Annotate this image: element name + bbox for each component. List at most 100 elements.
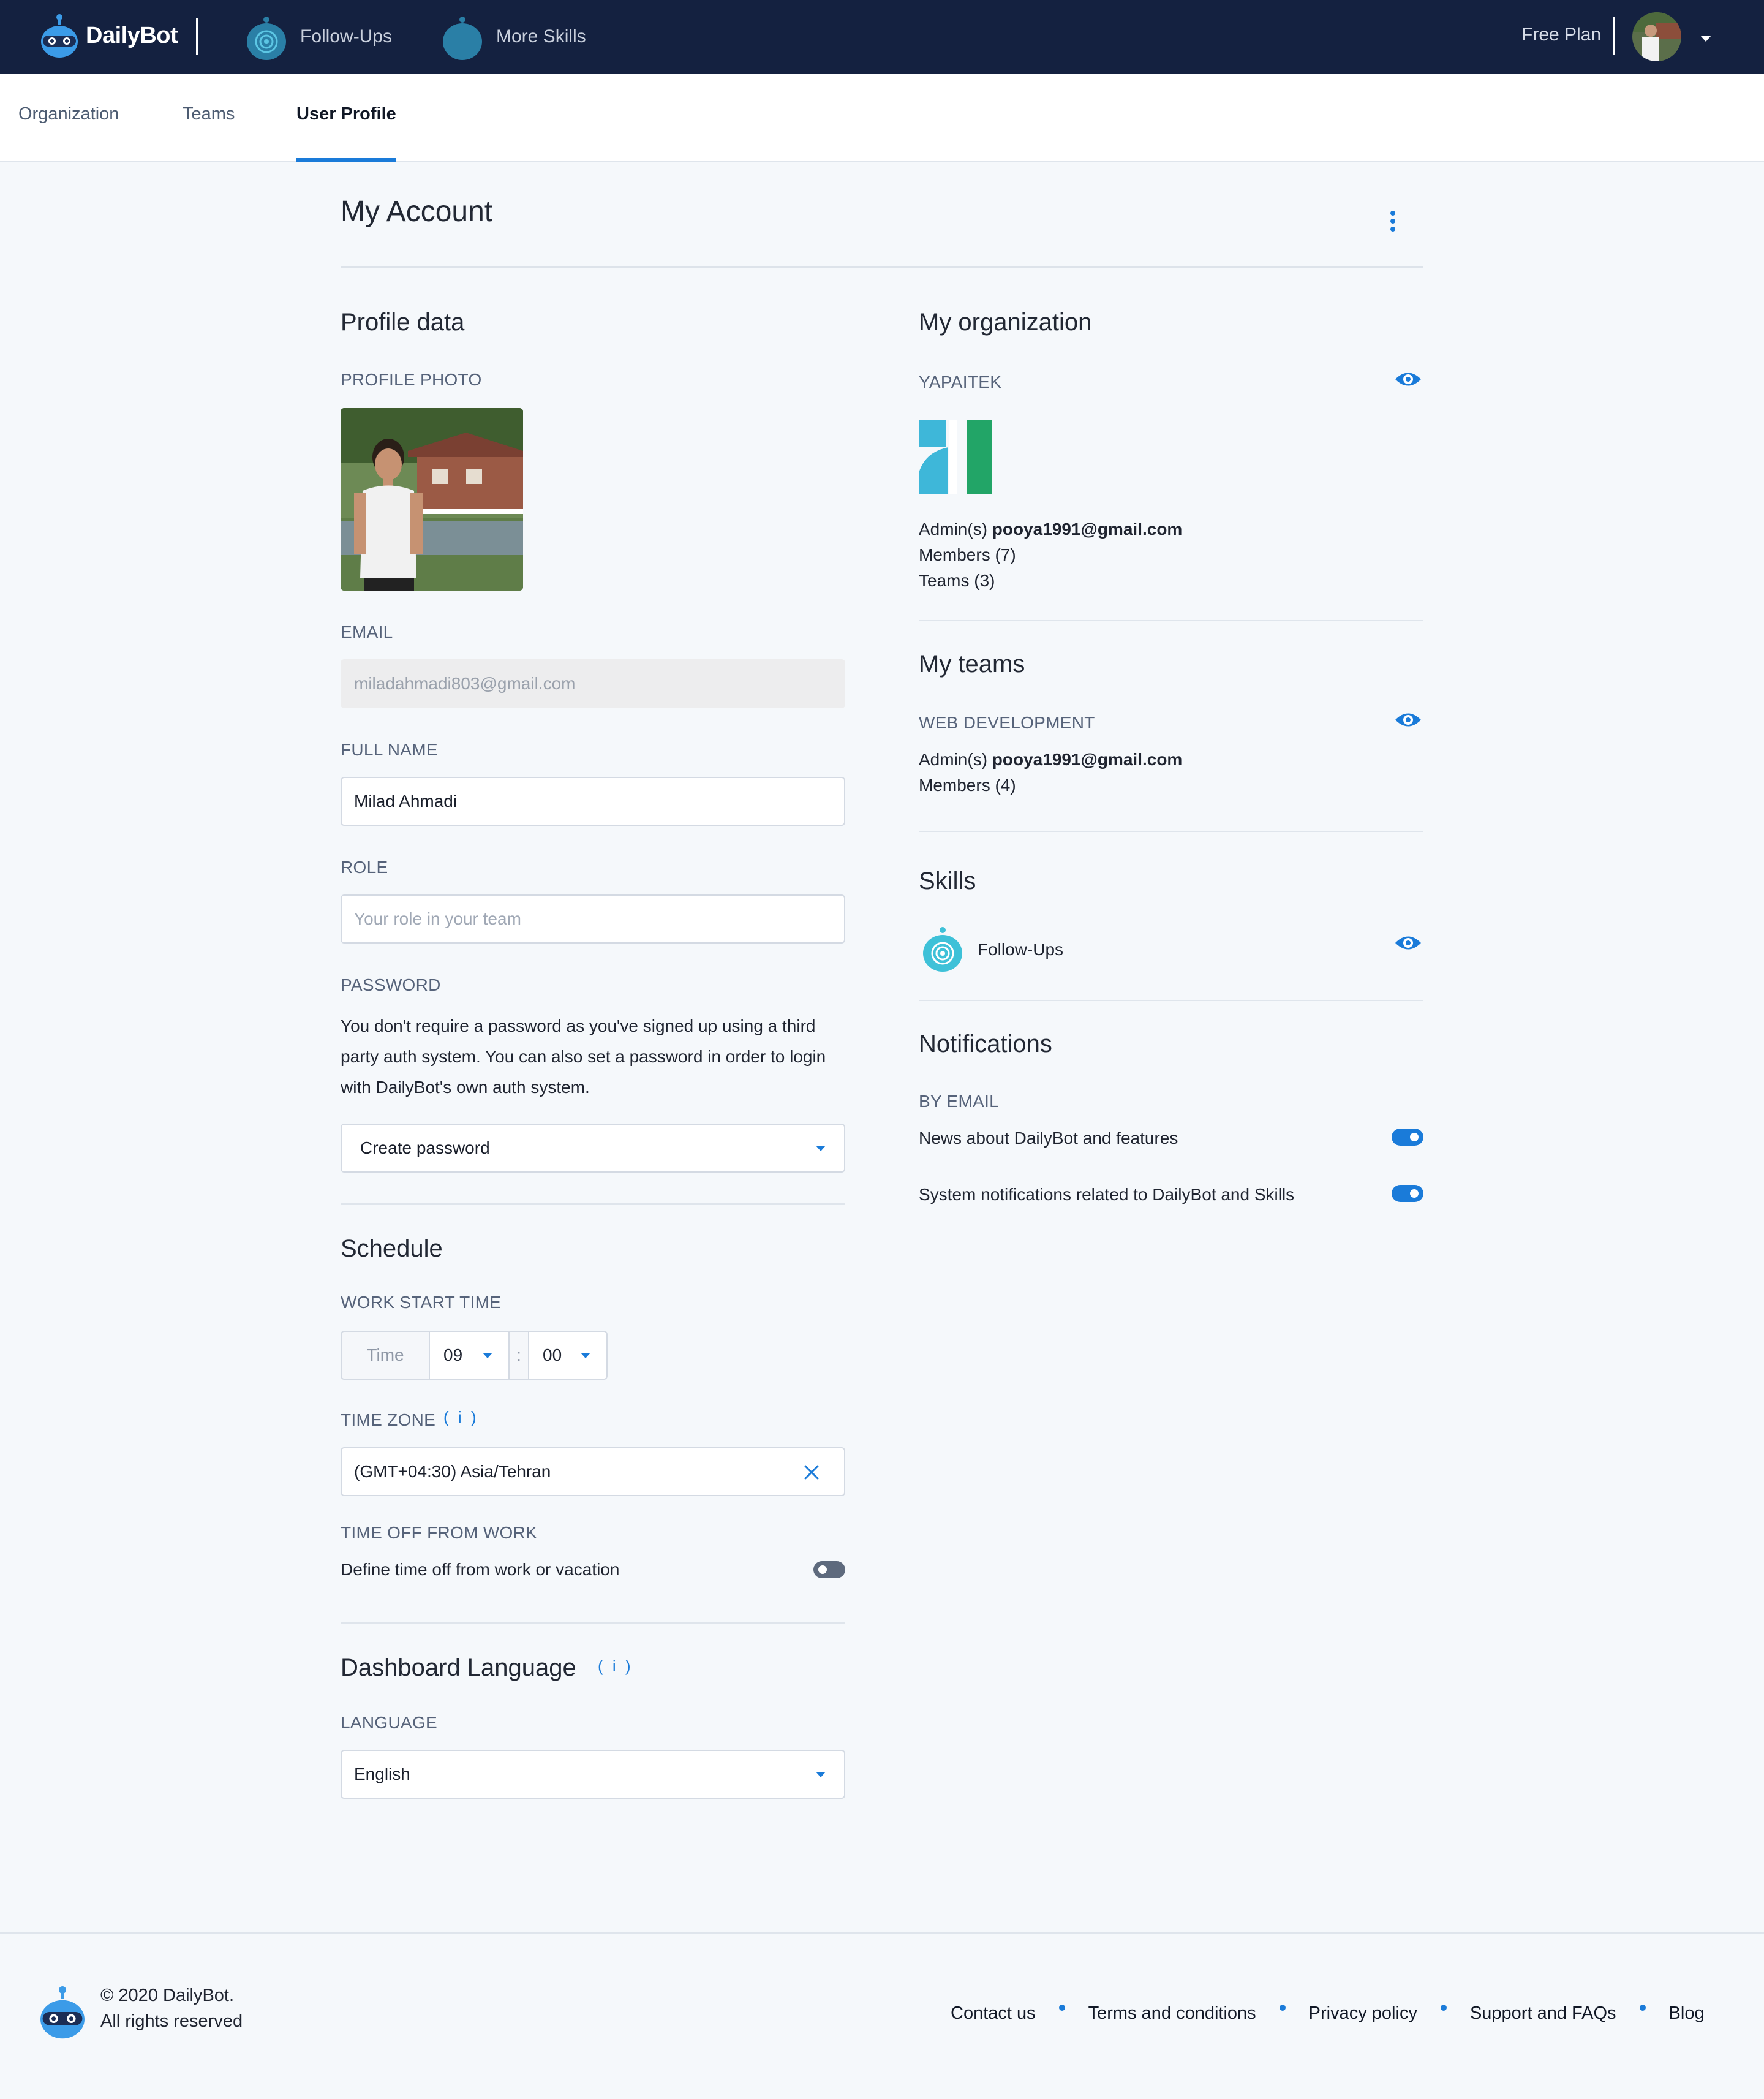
account-divider: [1613, 17, 1615, 55]
nav-follow-ups[interactable]: Follow-Ups: [245, 0, 392, 74]
minute-select[interactable]: 00: [529, 1331, 608, 1380]
profile-photo[interactable]: [341, 408, 523, 591]
hour-select[interactable]: 09: [430, 1331, 510, 1380]
time-prefix: Time: [341, 1331, 430, 1380]
footer: © 2020 DailyBot. All rights reserved Con…: [0, 1932, 1764, 2099]
chevron-down-icon: [581, 1353, 590, 1358]
work-start-label: WORK START TIME: [341, 1293, 502, 1312]
plan-label[interactable]: Free Plan: [1521, 25, 1601, 45]
admins-email: pooya1991@gmail.com: [992, 520, 1183, 539]
organization-admins: Admin(s) pooya1991@gmail.com: [919, 520, 1182, 539]
section-divider: [919, 831, 1423, 832]
nav-more-skills[interactable]: More Skills: [441, 0, 586, 74]
brand-divider: [196, 18, 198, 55]
work-start-time: Time 09 : 00: [341, 1331, 608, 1380]
footer-links: Contact us Terms and conditions Privacy …: [951, 2003, 1705, 2024]
dailybot-logo-icon: [40, 1986, 85, 2039]
follow-ups-icon: [923, 927, 962, 972]
notification-news-label: News about DailyBot and features: [919, 1129, 1178, 1148]
view-team-eye-icon[interactable]: [1394, 711, 1422, 729]
by-email-label: BY EMAIL: [919, 1092, 1000, 1111]
profile-photo-label: PROFILE PHOTO: [341, 370, 482, 389]
tab-teams[interactable]: Teams: [183, 74, 235, 162]
timezone-label: TIME ZONE: [341, 1410, 436, 1429]
team-admins: Admin(s) pooya1991@gmail.com: [919, 750, 1182, 770]
footer-link-blog[interactable]: Blog: [1669, 2003, 1705, 2024]
password-label: PASSWORD: [341, 975, 441, 994]
full-name-field[interactable]: Milad Ahmadi: [341, 777, 845, 826]
caret-down-icon[interactable]: [1700, 36, 1711, 42]
chevron-down-icon: [483, 1353, 492, 1358]
nav-follow-ups-label: Follow-Ups: [300, 26, 393, 47]
notification-news-toggle[interactable]: [1392, 1129, 1423, 1146]
tab-organization[interactable]: Organization: [18, 74, 119, 162]
organization-name: YAPAITEK: [919, 373, 1002, 391]
timezone-value: (GMT+04:30) Asia/Tehran: [354, 1462, 551, 1481]
admins-label: Admin(s): [919, 520, 988, 539]
view-skill-eye-icon[interactable]: [1394, 934, 1422, 952]
schedule-heading: Schedule: [341, 1235, 443, 1262]
language-select[interactable]: English: [341, 1750, 845, 1799]
notification-system-label: System notifications related to DailyBot…: [919, 1185, 1295, 1204]
organization-logo: [919, 420, 992, 494]
page-title: My Account: [341, 195, 493, 228]
skills-heading: Skills: [919, 868, 976, 894]
role-label: ROLE: [341, 858, 388, 877]
follow-ups-icon: [247, 17, 286, 60]
separator-dot: [1058, 2004, 1065, 2011]
password-help-text: You don't require a password as you've s…: [341, 1016, 826, 1097]
organization-heading: My organization: [919, 309, 1092, 336]
team-admins-label: Admin(s): [919, 750, 988, 769]
skill-follow-ups-label[interactable]: Follow-Ups: [978, 940, 1063, 959]
section-divider: [919, 620, 1423, 621]
section-divider: [919, 1000, 1423, 1001]
team-members: Members (4): [919, 776, 1016, 795]
clear-icon[interactable]: [804, 1464, 820, 1480]
top-navbar: DailyBot Follow-Ups More Skills Free Pla…: [0, 0, 1764, 74]
timezone-field[interactable]: (GMT+04:30) Asia/Tehran: [341, 1447, 845, 1496]
full-name-label: FULL NAME: [341, 740, 438, 759]
brand-logo[interactable]: DailyBot: [38, 11, 178, 60]
timezone-info-icon[interactable]: ( i ): [443, 1408, 479, 1427]
copyright-line: © 2020 DailyBot.: [100, 1986, 235, 2005]
time-separator: :: [510, 1331, 529, 1380]
notification-system-toggle[interactable]: [1392, 1185, 1423, 1202]
language-heading: Dashboard Language: [341, 1654, 576, 1681]
kebab-menu-icon[interactable]: [1389, 211, 1396, 235]
sub-navigation: Organization Teams User Profile: [0, 74, 1764, 162]
dailybot-logo-icon: [41, 14, 78, 58]
copyright: © 2020 DailyBot. All rights reserved: [100, 1983, 243, 2034]
hour-value: 09: [443, 1345, 463, 1364]
email-label: EMAIL: [341, 622, 393, 641]
time-off-toggle[interactable]: [813, 1561, 845, 1578]
language-label: LANGUAGE: [341, 1713, 437, 1732]
notifications-heading: Notifications: [919, 1031, 1052, 1057]
create-password-select[interactable]: Create password: [341, 1124, 845, 1173]
footer-link-support[interactable]: Support and FAQs: [1470, 2003, 1616, 2024]
section-divider: [341, 1622, 845, 1624]
language-info-icon[interactable]: ( i ): [598, 1657, 633, 1676]
create-password-select-value: Create password: [360, 1138, 490, 1157]
team-name: WEB DEVELOPMENT: [919, 713, 1095, 732]
view-organization-eye-icon[interactable]: [1394, 370, 1422, 388]
separator-dot: [1440, 2004, 1447, 2011]
chevron-down-icon: [816, 1146, 826, 1151]
footer-link-terms[interactable]: Terms and conditions: [1088, 2003, 1256, 2024]
minute-value: 00: [543, 1345, 562, 1364]
language-value: English: [354, 1764, 410, 1783]
tab-user-profile[interactable]: User Profile: [296, 74, 396, 162]
user-avatar[interactable]: [1632, 12, 1681, 61]
separator-dot: [1279, 2004, 1286, 2011]
profile-heading: Profile data: [341, 309, 465, 336]
organization-teams: Teams (3): [919, 571, 995, 590]
role-field[interactable]: Your role in your team: [341, 894, 845, 944]
time-off-text: Define time off from work or vacation: [341, 1560, 620, 1579]
team-admins-email: pooya1991@gmail.com: [992, 750, 1183, 769]
footer-link-contact[interactable]: Contact us: [951, 2003, 1036, 2024]
separator-dot: [1639, 2004, 1646, 2011]
email-field: miladahmadi803@gmail.com: [341, 659, 845, 708]
time-off-label: TIME OFF FROM WORK: [341, 1523, 538, 1542]
organization-members: Members (7): [919, 545, 1016, 564]
footer-link-privacy[interactable]: Privacy policy: [1309, 2003, 1417, 2024]
nav-more-skills-label: More Skills: [496, 26, 586, 47]
